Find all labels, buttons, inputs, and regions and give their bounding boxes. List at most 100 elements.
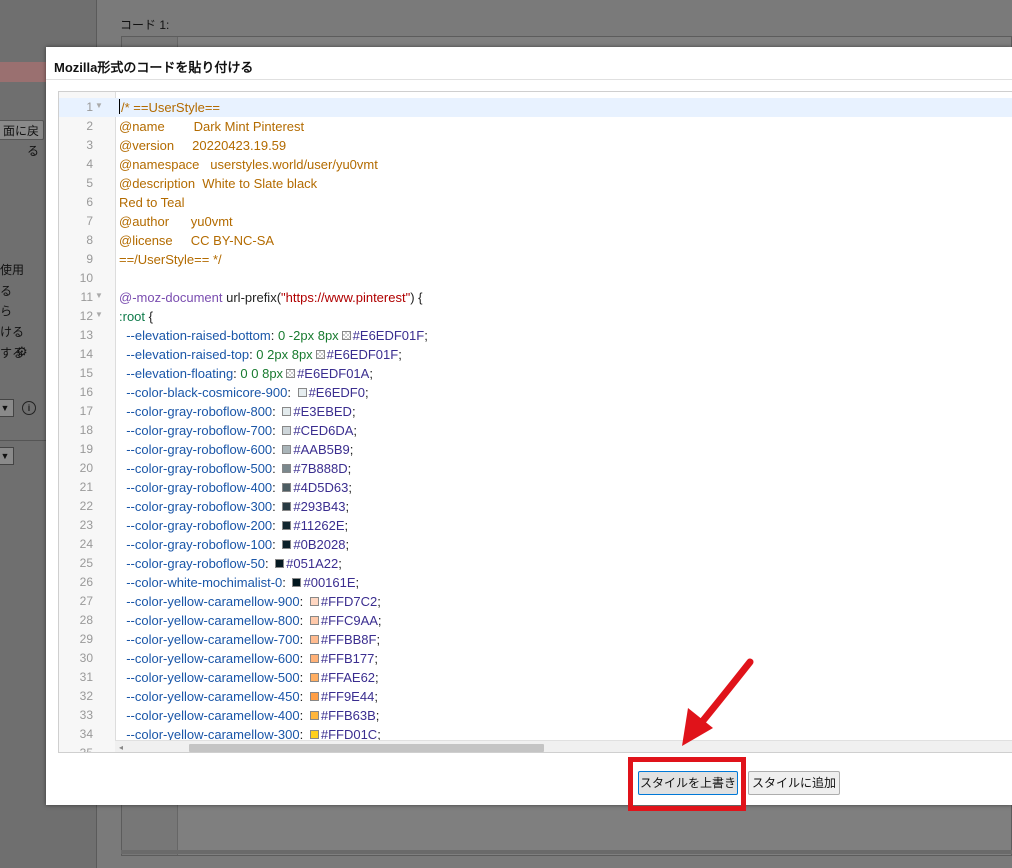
color-swatch[interactable] — [286, 369, 296, 378]
color-swatch[interactable] — [309, 692, 319, 701]
code-token: : — [272, 461, 280, 476]
code-line: 3 @version 20220423.19.59 — [59, 136, 1012, 155]
line-number: 20 — [79, 461, 93, 475]
code-token: --color-yellow-caramellow-700 — [119, 632, 300, 647]
fold-marker-icon[interactable]: ▼ — [95, 286, 103, 305]
line-number: 18 — [79, 423, 93, 437]
color-swatch[interactable] — [282, 426, 292, 435]
gear-icon: ⚙ — [16, 344, 28, 359]
code-text: @version 20220423.19.59 — [119, 136, 286, 155]
line-number: 12 — [79, 309, 93, 323]
code-line: 17 --color-gray-roboflow-800: #E3EBED; — [59, 402, 1012, 421]
code-text: --color-black-cosmicore-900: #E6EDF0; — [119, 383, 368, 402]
code-token: --color-gray-roboflow-400 — [119, 480, 273, 495]
code-token: : — [272, 480, 280, 495]
code-token: #293B43 — [293, 499, 346, 514]
code-token: : — [272, 537, 280, 552]
code-token: #00161E — [303, 575, 356, 590]
line-number: 31 — [79, 670, 93, 684]
color-swatch[interactable] — [282, 540, 292, 549]
line-number: 19 — [79, 442, 93, 456]
color-swatch[interactable] — [282, 445, 292, 454]
code-token: : — [272, 499, 280, 514]
code-text: --color-yellow-caramellow-800: #FFC9AA; — [119, 611, 381, 630]
code-text: --color-gray-roboflow-200: #11262E; — [119, 516, 348, 535]
color-swatch[interactable] — [309, 616, 319, 625]
code-token: #FFB63B — [320, 708, 376, 723]
code-token: : — [299, 708, 307, 723]
add-to-style-button[interactable]: スタイルに追加 — [748, 771, 840, 795]
line-number: 35 — [79, 746, 93, 753]
horizontal-scrollbar-thumb[interactable] — [189, 744, 544, 752]
color-swatch[interactable] — [315, 350, 325, 359]
code-line: 15 --elevation-floating: 0 0 8px #E6EDF01… — [59, 364, 1012, 383]
code-line: 33 --color-yellow-caramellow-400: #FFB63… — [59, 706, 1012, 725]
code-token: --elevation-raised-bottom — [119, 328, 271, 343]
code-token: --color-gray-roboflow-50 — [119, 556, 265, 571]
dialog-title: Mozilla形式のコードを貼り付ける — [54, 60, 254, 75]
color-swatch[interactable] — [309, 730, 319, 739]
scroll-left-icon[interactable]: ◂ — [119, 741, 123, 752]
code-token: --color-yellow-caramellow-400 — [119, 708, 300, 723]
color-swatch[interactable] — [309, 654, 319, 663]
code-line: 7 @author yu0vmt — [59, 212, 1012, 231]
color-swatch[interactable] — [341, 331, 351, 340]
color-swatch[interactable] — [309, 673, 319, 682]
line-number: 29 — [79, 632, 93, 646]
code-text: @namespace userstyles.world/user/yu0vmt — [119, 155, 378, 174]
code-token: #E3EBED — [293, 404, 352, 419]
color-swatch[interactable] — [282, 464, 292, 473]
code-token: #4D5D63 — [293, 480, 349, 495]
code-token: @-moz-document — [119, 290, 223, 305]
code-line: 19 --color-gray-roboflow-600: #AAB5B9; — [59, 440, 1012, 459]
line-number: 27 — [79, 594, 93, 608]
code-token: --color-gray-roboflow-600 — [119, 442, 273, 457]
code-line: 12 ▼:root { — [59, 307, 1012, 326]
color-swatch[interactable] — [309, 711, 319, 720]
color-swatch[interactable] — [282, 502, 292, 511]
code-token: ; — [424, 328, 428, 343]
code-editor[interactable]: 1 ▼/* ==UserStyle== 2 @name Dark Mint Pinte… — [58, 91, 1012, 753]
code-text: --elevation-floating: 0 0 8px #E6EDF01A; — [119, 364, 373, 383]
color-swatch[interactable] — [309, 635, 319, 644]
code-text: /* ==UserStyle== — [119, 98, 220, 117]
color-swatch[interactable] — [282, 407, 292, 416]
color-swatch[interactable] — [292, 578, 302, 587]
code-text: --color-gray-roboflow-300: #293B43; — [119, 497, 349, 516]
horizontal-scrollbar[interactable]: ◂ — [115, 740, 1012, 752]
code-line: 5 @description White to Slate black — [59, 174, 1012, 193]
code-text: --color-yellow-caramellow-450: #FF9E44; — [119, 687, 378, 706]
line-number: 2 — [86, 119, 93, 133]
code-line: 16 --color-black-cosmicore-900: #E6EDF0; — [59, 383, 1012, 402]
code-token: --color-yellow-caramellow-600 — [119, 651, 300, 666]
code-token: --color-yellow-caramellow-500 — [119, 670, 300, 685]
color-swatch[interactable] — [309, 597, 319, 606]
color-swatch[interactable] — [282, 521, 292, 530]
line-number: 32 — [79, 689, 93, 703]
code-token: #7B888D — [293, 461, 348, 476]
color-swatch[interactable] — [275, 559, 285, 568]
code-token: #FFBB8F — [320, 632, 377, 647]
code-token: #E6EDF01A — [297, 366, 370, 381]
code-token: : — [299, 594, 307, 609]
code-text: @license CC BY-NC-SA — [119, 231, 274, 250]
code-token: ; — [344, 518, 349, 533]
color-swatch[interactable] — [297, 388, 307, 397]
code-token: : — [270, 328, 278, 343]
code-token: ; — [355, 575, 360, 590]
line-number: 14 — [79, 347, 93, 361]
code-token: 0 2px 8px — [256, 347, 313, 362]
line-number: 3 — [86, 138, 93, 152]
code-line: 18 --color-gray-roboflow-700: #CED6DA; — [59, 421, 1012, 440]
code-text: --color-yellow-caramellow-400: #FFB63B; — [119, 706, 379, 725]
color-swatch[interactable] — [282, 483, 292, 492]
fold-marker-icon[interactable]: ▼ — [95, 96, 103, 115]
line-number: 8 — [86, 233, 93, 247]
code-token: #051A22 — [286, 556, 339, 571]
code-token: --elevation-floating — [119, 366, 234, 381]
code-token: #E6EDF0 — [308, 385, 365, 400]
line-number: 5 — [86, 176, 93, 190]
fold-marker-icon[interactable]: ▼ — [95, 305, 103, 324]
code-line: 8 @license CC BY-NC-SA — [59, 231, 1012, 250]
code-token: ; — [353, 423, 357, 438]
